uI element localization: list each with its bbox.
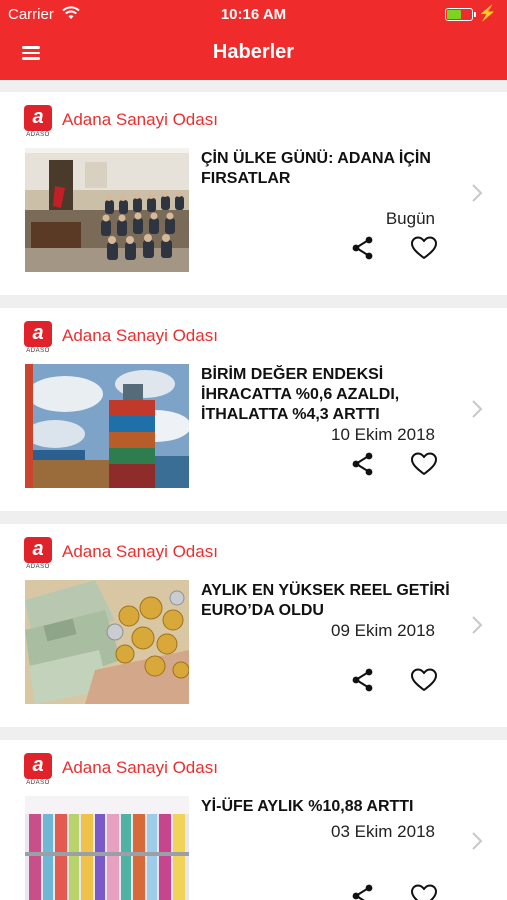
news-date: 10 Ekim 2018 bbox=[331, 425, 435, 444]
news-thumbnail-money bbox=[25, 580, 189, 704]
share-icon[interactable] bbox=[350, 451, 376, 477]
chevron-right-icon[interactable] bbox=[470, 614, 484, 636]
chevron-right-icon[interactable] bbox=[470, 398, 484, 420]
news-card[interactable]: a ADASO Adana Sanayi Odası bbox=[0, 92, 507, 295]
page-title: Haberler bbox=[212, 41, 295, 63]
logo-wordmark: ADASO bbox=[26, 132, 50, 138]
charging-bolt-icon: ⚡ bbox=[478, 5, 497, 22]
news-headline: Yİ-ÜFE AYLIK %10,88 ARTTI bbox=[201, 798, 414, 815]
news-date: 09 Ekim 2018 bbox=[331, 621, 435, 640]
battery-icon bbox=[445, 8, 473, 21]
battery-tip bbox=[474, 12, 476, 17]
logo-wordmark: ADASO bbox=[26, 348, 50, 354]
news-headline: AYLIK EN YÜKSEK REEL GETİRİ EURO’DA OLDU bbox=[201, 582, 450, 619]
heart-icon[interactable] bbox=[410, 883, 438, 900]
share-icon[interactable] bbox=[350, 667, 376, 693]
news-card[interactable]: a ADASO Adana Sanayi Odası bbox=[0, 524, 507, 727]
news-card[interactable]: a ADASO Adana Sanayi Odası bbox=[0, 740, 507, 900]
logo-wordmark: ADASO bbox=[26, 564, 50, 570]
news-date: Bugün bbox=[385, 209, 435, 228]
chevron-right-icon[interactable] bbox=[470, 182, 484, 204]
logo-mark: a bbox=[24, 105, 52, 131]
adaso-logo: a ADASO bbox=[24, 105, 52, 139]
news-date: 03 Ekim 2018 bbox=[331, 822, 435, 841]
logo-wordmark: ADASO bbox=[26, 780, 50, 786]
adaso-logo: a ADASO bbox=[24, 537, 52, 571]
news-thumbnail-containers bbox=[25, 364, 189, 488]
status-bar: Carrier 10:16 AM ⚡ bbox=[0, 0, 507, 28]
news-thumbnail-textiles bbox=[25, 796, 189, 900]
logo-mark: a bbox=[24, 537, 52, 563]
adaso-logo: a ADASO bbox=[24, 753, 52, 787]
source-name: Adana Sanayi Odası bbox=[62, 758, 218, 777]
source-name: Adana Sanayi Odası bbox=[62, 326, 218, 345]
source-name: Adana Sanayi Odası bbox=[62, 110, 218, 129]
clock: 10:16 AM bbox=[220, 6, 287, 23]
news-headline: BİRİM DEĞER ENDEKSİ İHRACATTA %0,6 AZALD… bbox=[201, 366, 400, 423]
logo-mark: a bbox=[24, 321, 52, 347]
battery-fill bbox=[447, 10, 462, 19]
source-name: Adana Sanayi Odası bbox=[62, 542, 218, 561]
heart-icon[interactable] bbox=[410, 667, 438, 693]
heart-icon[interactable] bbox=[410, 451, 438, 477]
chevron-right-icon[interactable] bbox=[470, 830, 484, 852]
nav-bar: Haberler bbox=[0, 28, 507, 80]
news-thumbnail-conference bbox=[25, 148, 189, 272]
logo-mark: a bbox=[24, 753, 52, 779]
news-card[interactable]: a ADASO Adana Sanayi Odası bbox=[0, 308, 507, 511]
share-icon[interactable] bbox=[350, 883, 376, 900]
adaso-logo: a ADASO bbox=[24, 321, 52, 355]
heart-icon[interactable] bbox=[410, 235, 438, 261]
share-icon[interactable] bbox=[350, 235, 376, 261]
news-headline: ÇİN ÜLKE GÜNÜ: ADANA İÇİN FIRSATLAR bbox=[201, 150, 431, 187]
